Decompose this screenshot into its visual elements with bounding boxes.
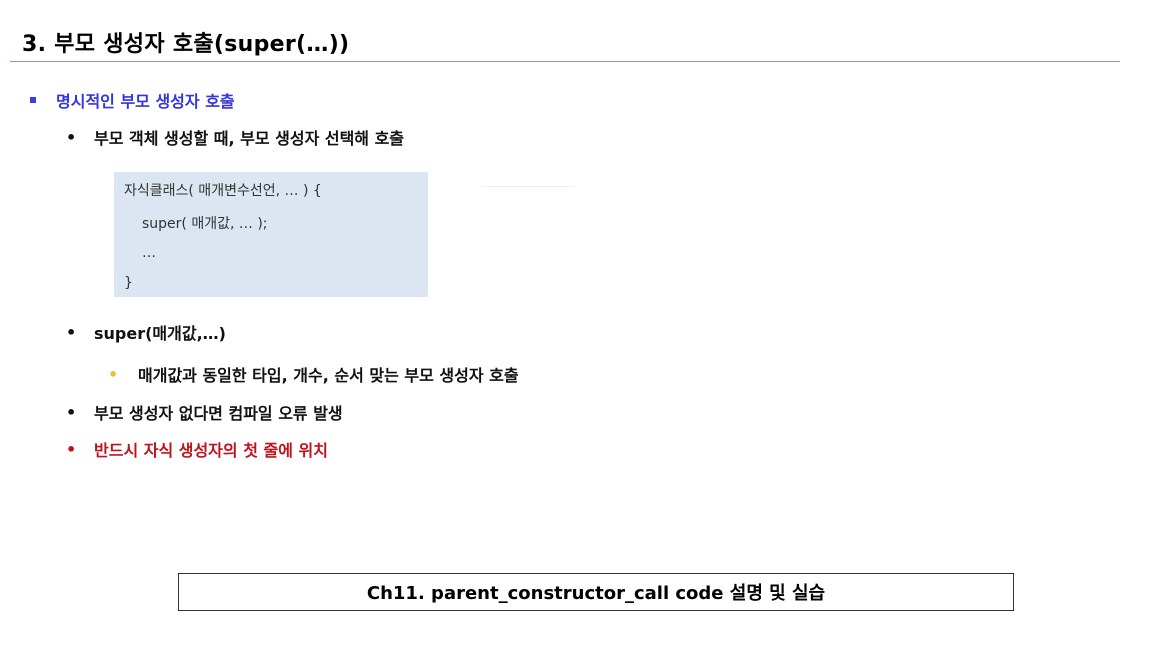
section-heading: 명시적인 부모 생성자 호출 [30, 88, 235, 112]
bullet-item: • 부모 객체 생성할 때, 부모 생성자 선택해 호출 [66, 125, 404, 149]
bullet-text: 부모 생성자 없다면 컴파일 오류 발생 [94, 404, 343, 423]
bullet-text: super(매개값,…) [94, 324, 226, 343]
code-line-1: 자식클래스( 매개변수선언, … ) { [124, 183, 322, 199]
page-title: 3. 부모 생성자 호출(super(…)) [22, 32, 350, 57]
code-line-4: } [124, 275, 133, 291]
sub-bullet-item: • 매개값과 동일한 타입, 개수, 순서 맞는 부모 생성자 호출 [108, 362, 519, 386]
bullet-item: • 부모 생성자 없다면 컴파일 오류 발생 [66, 400, 343, 424]
bullet-dot-icon: • [66, 402, 77, 422]
bullet-item-emphasis: • 반드시 자식 생성자의 첫 줄에 위치 [66, 437, 328, 461]
square-bullet-icon [30, 97, 36, 103]
code-block: 자식클래스( 매개변수선언, … ) { super( 매개값, … ); … … [114, 172, 428, 297]
faint-divider [482, 186, 574, 187]
code-line-3: … [142, 245, 156, 261]
bullet-dot-icon: • [66, 439, 77, 459]
bullet-dot-icon: • [66, 127, 77, 147]
bullet-item: • super(매개값,…) [66, 320, 226, 344]
section-heading-text: 명시적인 부모 생성자 호출 [56, 92, 235, 111]
sub-bullet-dot-icon: • [108, 364, 119, 384]
bullet-text: 부모 객체 생성할 때, 부모 생성자 선택해 호출 [94, 129, 405, 148]
bullet-dot-icon: • [66, 322, 77, 342]
bullet-text: 반드시 자식 생성자의 첫 줄에 위치 [94, 441, 328, 460]
footer-caption: Ch11. parent_constructor_call code 설명 및 … [178, 573, 1014, 611]
code-line-2: super( 매개값, … ); [142, 216, 268, 232]
sub-bullet-text: 매개값과 동일한 타입, 개수, 순서 맞는 부모 생성자 호출 [138, 366, 519, 385]
title-divider [10, 61, 1120, 62]
